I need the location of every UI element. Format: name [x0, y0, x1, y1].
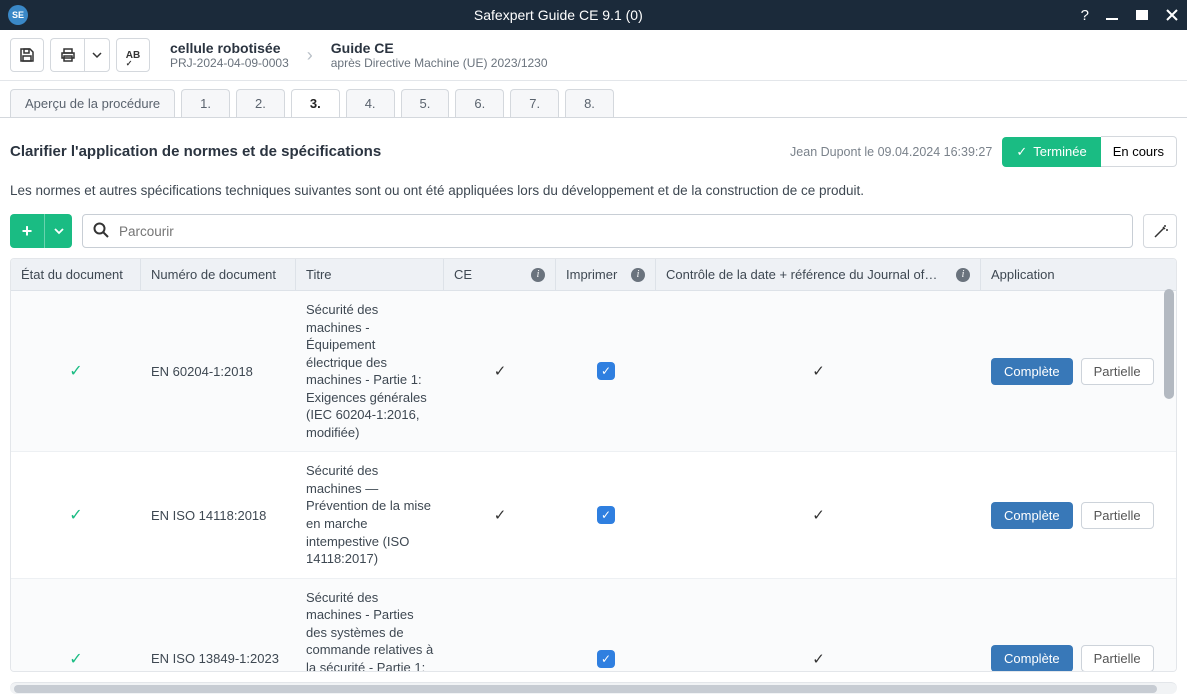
cell-ce: ✓: [444, 496, 556, 534]
print-button[interactable]: [50, 38, 84, 72]
search-icon: [92, 221, 110, 239]
window-title: Safexpert Guide CE 9.1 (0): [36, 7, 1081, 23]
search-input[interactable]: [82, 214, 1133, 248]
checkbox-checked[interactable]: ✓: [597, 362, 615, 380]
search-row: +: [0, 214, 1187, 258]
cell-number: EN ISO 13849-1:2023: [141, 641, 296, 671]
tab-step-3[interactable]: 3.: [291, 89, 340, 118]
standards-table: État du document Numéro de document Titr…: [10, 258, 1177, 672]
check-icon: ✓: [812, 650, 825, 668]
minimize-icon[interactable]: [1105, 8, 1119, 22]
cell-application: Complète Partielle: [981, 635, 1176, 671]
cell-number: EN ISO 14118:2018: [141, 498, 296, 533]
cell-status: ✓: [11, 351, 141, 391]
cell-number: EN 60204-1:2018: [141, 354, 296, 389]
guide-title: Guide CE: [331, 40, 548, 56]
cell-date: ✓: [656, 640, 981, 671]
tab-step-2[interactable]: 2.: [236, 89, 285, 118]
project-title: cellule robotisée: [170, 40, 289, 56]
cell-application: Complète Partielle: [981, 492, 1176, 539]
chevron-right-icon: ›: [307, 45, 313, 66]
tab-step-8[interactable]: 8.: [565, 89, 614, 118]
cell-application: Complète Partielle: [981, 348, 1176, 395]
check-icon: ✓: [69, 361, 82, 381]
title-bar: SE Safexpert Guide CE 9.1 (0) ?: [0, 0, 1187, 30]
vertical-scrollbar[interactable]: [1164, 289, 1174, 655]
info-icon[interactable]: i: [631, 268, 645, 282]
check-icon: ✓: [69, 505, 82, 525]
page-meta: Jean Dupont le 09.04.2024 16:39:27: [790, 145, 992, 159]
spellcheck-button[interactable]: AB✓: [116, 38, 150, 72]
cell-title: Sécurité des machines - Parties des syst…: [296, 579, 444, 671]
maximize-icon[interactable]: [1135, 8, 1149, 22]
application-complete-button[interactable]: Complète: [991, 645, 1073, 671]
breadcrumb: cellule robotisée PRJ-2024-04-09-0003 › …: [170, 40, 548, 70]
tab-step-7[interactable]: 7.: [510, 89, 559, 118]
status-done-button[interactable]: ✓Terminée: [1002, 137, 1100, 167]
table-row[interactable]: ✓ EN ISO 14118:2018Sécurité des machines …: [11, 452, 1176, 578]
guide-sub: après Directive Machine (UE) 2023/1230: [331, 56, 548, 70]
page-header: Clarifier l'application de normes et de …: [0, 118, 1187, 173]
cell-print: ✓: [556, 496, 656, 534]
cell-print: ✓: [556, 640, 656, 671]
check-icon: ✓: [494, 362, 507, 380]
help-icon[interactable]: ?: [1081, 7, 1089, 24]
close-icon[interactable]: [1165, 8, 1179, 22]
col-status[interactable]: État du document: [11, 259, 141, 290]
cell-print: ✓: [556, 352, 656, 390]
status-progress-button[interactable]: En cours: [1101, 136, 1177, 167]
application-partial-button[interactable]: Partielle: [1081, 645, 1154, 671]
tab-step-5[interactable]: 5.: [401, 89, 450, 118]
check-icon: ✓: [69, 649, 82, 669]
tab-overview[interactable]: Aperçu de la procédure: [10, 89, 175, 118]
project-code: PRJ-2024-04-09-0003: [170, 56, 289, 70]
tab-step-4[interactable]: 4.: [346, 89, 395, 118]
cell-status: ✓: [11, 495, 141, 535]
breadcrumb-project[interactable]: cellule robotisée PRJ-2024-04-09-0003: [170, 40, 289, 70]
check-icon: ✓: [812, 506, 825, 524]
cell-ce: ✓: [444, 352, 556, 390]
add-button[interactable]: +: [10, 214, 44, 248]
page-title: Clarifier l'application de normes et de …: [10, 143, 790, 160]
cell-date: ✓: [656, 352, 981, 390]
col-ce[interactable]: CEi: [444, 259, 556, 290]
table-row[interactable]: ✓ EN ISO 13849-1:2023Sécurité des machine…: [11, 579, 1176, 671]
check-icon: ✓: [494, 506, 507, 524]
print-dropdown[interactable]: [84, 38, 110, 72]
table-body: ✓EN 60204-1:2018Sécurité des machines - …: [11, 291, 1176, 671]
application-partial-button[interactable]: Partielle: [1081, 358, 1154, 385]
cell-title: Sécurité des machines - Équipement élect…: [296, 291, 444, 451]
cell-ce: [444, 649, 556, 669]
app-icon: SE: [8, 5, 28, 25]
info-icon[interactable]: i: [956, 268, 970, 282]
col-print[interactable]: Imprimeri: [556, 259, 656, 290]
check-icon: ✓: [812, 362, 825, 380]
tab-step-6[interactable]: 6.: [455, 89, 504, 118]
cell-date: ✓: [656, 496, 981, 534]
application-partial-button[interactable]: Partielle: [1081, 502, 1154, 529]
page-description: Les normes et autres spécifications tech…: [0, 173, 1187, 214]
add-dropdown[interactable]: [44, 214, 72, 248]
save-button[interactable]: [10, 38, 44, 72]
checkbox-checked[interactable]: ✓: [597, 650, 615, 668]
application-complete-button[interactable]: Complète: [991, 502, 1073, 529]
check-icon: ✓: [1016, 144, 1027, 160]
horizontal-scrollbar[interactable]: [10, 682, 1177, 694]
cell-status: ✓: [11, 639, 141, 671]
table-header: État du document Numéro de document Titr…: [11, 259, 1176, 291]
col-application[interactable]: Application: [981, 259, 1176, 290]
toolbar: AB✓ cellule robotisée PRJ-2024-04-09-000…: [0, 30, 1187, 81]
magic-wand-button[interactable]: [1143, 214, 1177, 248]
cell-title: Sécurité des machines — Prévention de la…: [296, 452, 444, 577]
application-complete-button[interactable]: Complète: [991, 358, 1073, 385]
checkbox-checked[interactable]: ✓: [597, 506, 615, 524]
col-title[interactable]: Titre: [296, 259, 444, 290]
step-tabs: Aperçu de la procédure 1. 2. 3. 4. 5. 6.…: [0, 81, 1187, 118]
tab-step-1[interactable]: 1.: [181, 89, 230, 118]
info-icon[interactable]: i: [531, 268, 545, 282]
col-number[interactable]: Numéro de document: [141, 259, 296, 290]
col-date[interactable]: Contrôle de la date + référence du Journ…: [656, 259, 981, 290]
table-row[interactable]: ✓ EN 60204-1:2018Sécurité des machines - …: [11, 291, 1176, 452]
breadcrumb-guide[interactable]: Guide CE après Directive Machine (UE) 20…: [331, 40, 548, 70]
